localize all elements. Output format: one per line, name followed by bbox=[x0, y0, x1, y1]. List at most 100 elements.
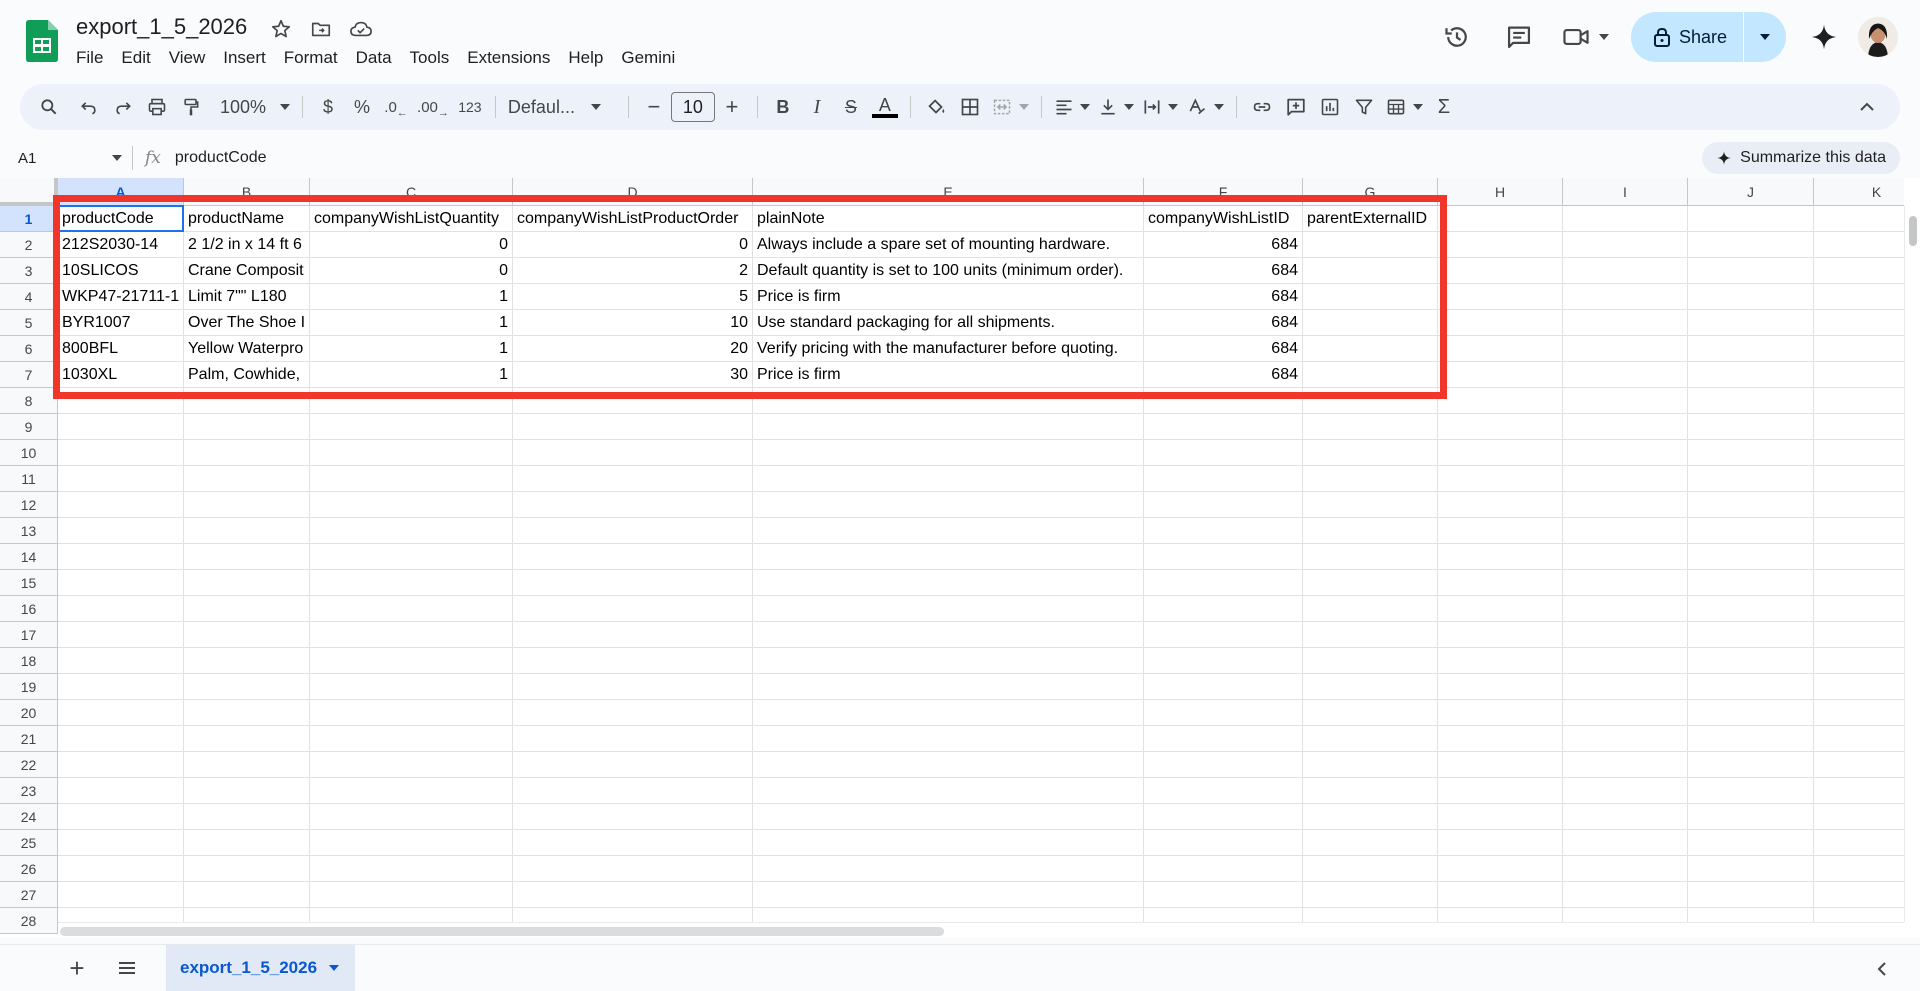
table-cell[interactable] bbox=[1303, 336, 1437, 361]
row-header-5[interactable]: 5 bbox=[0, 310, 58, 336]
column-header-f[interactable]: F bbox=[1144, 178, 1303, 206]
vertical-scrollbar[interactable] bbox=[1904, 206, 1920, 922]
increase-decimal-button[interactable]: .00 → bbox=[413, 90, 453, 124]
row-header-17[interactable]: 17 bbox=[0, 622, 58, 648]
horizontal-align-icon[interactable] bbox=[1050, 90, 1094, 124]
menu-help[interactable]: Help bbox=[559, 46, 612, 70]
row-header-14[interactable]: 14 bbox=[0, 544, 58, 570]
table-cell[interactable]: Use standard packaging for all shipments… bbox=[753, 310, 1143, 335]
share-dropdown[interactable] bbox=[1744, 12, 1786, 62]
row-header-7[interactable]: 7 bbox=[0, 362, 58, 388]
table-cell[interactable]: 1030XL bbox=[58, 362, 183, 387]
gemini-icon[interactable] bbox=[1804, 17, 1844, 57]
insert-chart-icon[interactable] bbox=[1313, 90, 1347, 124]
format-percent-button[interactable]: % bbox=[345, 90, 379, 124]
row-header-16[interactable]: 16 bbox=[0, 596, 58, 622]
menu-insert[interactable]: Insert bbox=[214, 46, 275, 70]
table-cell[interactable]: 10 bbox=[513, 310, 752, 335]
header-cell[interactable]: plainNote bbox=[753, 206, 1143, 231]
table-cell[interactable]: 684 bbox=[1144, 362, 1302, 387]
star-icon[interactable] bbox=[268, 16, 294, 42]
undo-icon[interactable] bbox=[72, 90, 106, 124]
table-cell[interactable]: 1 bbox=[310, 336, 512, 361]
row-header-25[interactable]: 25 bbox=[0, 830, 58, 856]
menu-format[interactable]: Format bbox=[275, 46, 347, 70]
row-header-24[interactable]: 24 bbox=[0, 804, 58, 830]
table-cell[interactable]: 212S2030-14 bbox=[58, 232, 183, 257]
row-header-15[interactable]: 15 bbox=[0, 570, 58, 596]
all-sheets-icon[interactable] bbox=[112, 953, 142, 983]
table-cell[interactable]: 30 bbox=[513, 362, 752, 387]
table-cell[interactable]: Limit 7"" L180 bbox=[184, 284, 309, 309]
horizontal-scrollbar[interactable] bbox=[58, 922, 1904, 938]
paint-format-icon[interactable] bbox=[174, 90, 208, 124]
row-header-8[interactable]: 8 bbox=[0, 388, 58, 414]
table-cell[interactable]: Price is firm bbox=[753, 284, 1143, 309]
number-format-button[interactable]: 123 bbox=[453, 90, 487, 124]
name-box[interactable]: A1 bbox=[0, 140, 126, 176]
fill-color-icon[interactable] bbox=[919, 90, 953, 124]
table-cell[interactable]: Default quantity is set to 100 units (mi… bbox=[753, 258, 1143, 283]
table-cell[interactable]: WKP47-21711-1 bbox=[58, 284, 183, 309]
row-header-21[interactable]: 21 bbox=[0, 726, 58, 752]
meet-button[interactable] bbox=[1561, 23, 1609, 51]
column-header-g[interactable]: G bbox=[1303, 178, 1438, 206]
menu-edit[interactable]: Edit bbox=[112, 46, 159, 70]
table-cell[interactable]: 800BFL bbox=[58, 336, 183, 361]
column-header-a[interactable]: A bbox=[58, 178, 184, 206]
table-cell[interactable]: Palm, Cowhide, bbox=[184, 362, 309, 387]
header-cell[interactable]: productName bbox=[184, 206, 309, 231]
table-cell[interactable] bbox=[1303, 232, 1437, 257]
table-cell[interactable]: 684 bbox=[1144, 310, 1302, 335]
table-cell[interactable]: 684 bbox=[1144, 232, 1302, 257]
filter-icon[interactable] bbox=[1347, 90, 1381, 124]
insert-comment-icon[interactable] bbox=[1279, 90, 1313, 124]
share-button[interactable]: Share bbox=[1631, 12, 1744, 62]
menu-view[interactable]: View bbox=[160, 46, 215, 70]
merge-cells-icon[interactable] bbox=[987, 90, 1033, 124]
menu-extensions[interactable]: Extensions bbox=[458, 46, 559, 70]
header-cell[interactable]: productCode bbox=[58, 206, 183, 231]
strikethrough-button[interactable]: S bbox=[834, 90, 868, 124]
column-header-j[interactable]: J bbox=[1688, 178, 1814, 206]
row-header-27[interactable]: 27 bbox=[0, 882, 58, 908]
format-currency-button[interactable]: $ bbox=[311, 90, 345, 124]
table-cell[interactable]: Always include a spare set of mounting h… bbox=[753, 232, 1143, 257]
header-cell[interactable]: companyWishListQuantity bbox=[310, 206, 512, 231]
column-header-e[interactable]: E bbox=[753, 178, 1144, 206]
print-icon[interactable] bbox=[140, 90, 174, 124]
table-cell[interactable]: Yellow Waterpro bbox=[184, 336, 309, 361]
decrease-font-size-button[interactable]: − bbox=[637, 90, 671, 124]
text-color-button[interactable]: A bbox=[868, 90, 902, 124]
collapse-toolbar-icon[interactable] bbox=[1850, 90, 1884, 124]
table-cell[interactable]: 1 bbox=[310, 310, 512, 335]
table-cell[interactable]: 2 bbox=[513, 258, 752, 283]
move-folder-icon[interactable] bbox=[308, 16, 334, 42]
functions-button[interactable]: Σ bbox=[1427, 90, 1461, 124]
cloud-saved-icon[interactable] bbox=[348, 16, 374, 42]
table-cell[interactable]: Verify pricing with the manufacturer bef… bbox=[753, 336, 1143, 361]
table-view-icon[interactable] bbox=[1381, 90, 1427, 124]
increase-font-size-button[interactable]: + bbox=[715, 90, 749, 124]
insert-link-icon[interactable] bbox=[1245, 90, 1279, 124]
side-panel-toggle-icon[interactable] bbox=[1870, 957, 1894, 981]
row-header-26[interactable]: 26 bbox=[0, 856, 58, 882]
column-header-b[interactable]: B bbox=[184, 178, 310, 206]
table-cell[interactable]: 0 bbox=[310, 258, 512, 283]
table-cell[interactable] bbox=[1303, 258, 1437, 283]
menu-tools[interactable]: Tools bbox=[401, 46, 459, 70]
summarize-button[interactable]: Summarize this data bbox=[1702, 142, 1900, 174]
table-cell[interactable]: 684 bbox=[1144, 336, 1302, 361]
vertical-scroll-thumb[interactable] bbox=[1909, 216, 1917, 246]
row-header-10[interactable]: 10 bbox=[0, 440, 58, 466]
version-history-icon[interactable] bbox=[1437, 17, 1477, 57]
vertical-align-icon[interactable] bbox=[1094, 90, 1138, 124]
table-cell[interactable]: 1 bbox=[310, 362, 512, 387]
decrease-decimal-button[interactable]: .0 ← bbox=[379, 90, 413, 124]
redo-icon[interactable] bbox=[106, 90, 140, 124]
row-header-9[interactable]: 9 bbox=[0, 414, 58, 440]
column-header-d[interactable]: D bbox=[513, 178, 753, 206]
search-menus-icon[interactable] bbox=[32, 90, 66, 124]
table-cell[interactable]: 684 bbox=[1144, 284, 1302, 309]
header-cell[interactable]: parentExternalID bbox=[1303, 206, 1437, 231]
